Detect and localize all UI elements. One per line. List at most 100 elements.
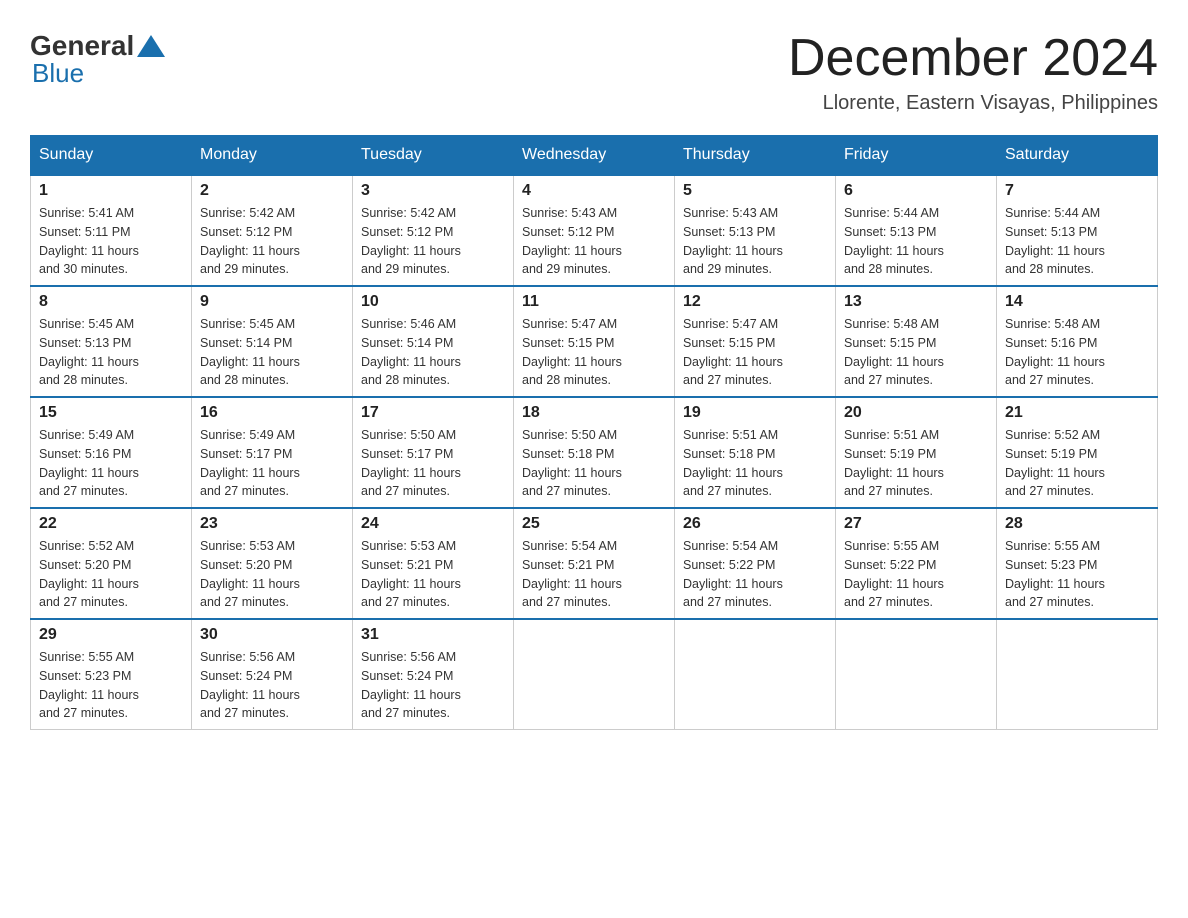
day-number: 11 bbox=[522, 293, 666, 311]
day-number: 27 bbox=[844, 515, 988, 533]
day-info: Sunrise: 5:53 AMSunset: 5:21 PMDaylight:… bbox=[361, 539, 461, 609]
day-info: Sunrise: 5:46 AMSunset: 5:14 PMDaylight:… bbox=[361, 317, 461, 387]
day-number: 21 bbox=[1005, 404, 1149, 422]
day-number: 19 bbox=[683, 404, 827, 422]
day-number: 1 bbox=[39, 182, 183, 200]
day-info: Sunrise: 5:55 AMSunset: 5:22 PMDaylight:… bbox=[844, 539, 944, 609]
day-number: 10 bbox=[361, 293, 505, 311]
day-number: 9 bbox=[200, 293, 344, 311]
day-number: 22 bbox=[39, 515, 183, 533]
table-row: 19 Sunrise: 5:51 AMSunset: 5:18 PMDaylig… bbox=[675, 397, 836, 508]
table-row: 27 Sunrise: 5:55 AMSunset: 5:22 PMDaylig… bbox=[836, 508, 997, 619]
col-monday: Monday bbox=[192, 136, 353, 176]
day-number: 6 bbox=[844, 182, 988, 200]
table-row: 7 Sunrise: 5:44 AMSunset: 5:13 PMDayligh… bbox=[997, 175, 1158, 286]
table-row: 28 Sunrise: 5:55 AMSunset: 5:23 PMDaylig… bbox=[997, 508, 1158, 619]
table-row: 25 Sunrise: 5:54 AMSunset: 5:21 PMDaylig… bbox=[514, 508, 675, 619]
day-info: Sunrise: 5:52 AMSunset: 5:19 PMDaylight:… bbox=[1005, 428, 1105, 498]
col-tuesday: Tuesday bbox=[353, 136, 514, 176]
logo-triangle-icon bbox=[137, 35, 165, 57]
table-row: 8 Sunrise: 5:45 AMSunset: 5:13 PMDayligh… bbox=[31, 286, 192, 397]
col-wednesday: Wednesday bbox=[514, 136, 675, 176]
day-info: Sunrise: 5:49 AMSunset: 5:16 PMDaylight:… bbox=[39, 428, 139, 498]
table-row: 14 Sunrise: 5:48 AMSunset: 5:16 PMDaylig… bbox=[997, 286, 1158, 397]
day-number: 2 bbox=[200, 182, 344, 200]
table-row: 11 Sunrise: 5:47 AMSunset: 5:15 PMDaylig… bbox=[514, 286, 675, 397]
day-info: Sunrise: 5:41 AMSunset: 5:11 PMDaylight:… bbox=[39, 206, 139, 276]
calendar-week-row: 22 Sunrise: 5:52 AMSunset: 5:20 PMDaylig… bbox=[31, 508, 1158, 619]
col-saturday: Saturday bbox=[997, 136, 1158, 176]
calendar-week-row: 8 Sunrise: 5:45 AMSunset: 5:13 PMDayligh… bbox=[31, 286, 1158, 397]
logo-blue: Blue bbox=[32, 58, 84, 88]
day-info: Sunrise: 5:45 AMSunset: 5:14 PMDaylight:… bbox=[200, 317, 300, 387]
table-row: 17 Sunrise: 5:50 AMSunset: 5:17 PMDaylig… bbox=[353, 397, 514, 508]
table-row: 16 Sunrise: 5:49 AMSunset: 5:17 PMDaylig… bbox=[192, 397, 353, 508]
calendar-header-row: Sunday Monday Tuesday Wednesday Thursday… bbox=[31, 136, 1158, 176]
day-info: Sunrise: 5:50 AMSunset: 5:18 PMDaylight:… bbox=[522, 428, 622, 498]
day-info: Sunrise: 5:42 AMSunset: 5:12 PMDaylight:… bbox=[361, 206, 461, 276]
day-info: Sunrise: 5:44 AMSunset: 5:13 PMDaylight:… bbox=[844, 206, 944, 276]
table-row: 1 Sunrise: 5:41 AMSunset: 5:11 PMDayligh… bbox=[31, 175, 192, 286]
table-row: 18 Sunrise: 5:50 AMSunset: 5:18 PMDaylig… bbox=[514, 397, 675, 508]
day-info: Sunrise: 5:47 AMSunset: 5:15 PMDaylight:… bbox=[683, 317, 783, 387]
table-row: 15 Sunrise: 5:49 AMSunset: 5:16 PMDaylig… bbox=[31, 397, 192, 508]
day-number: 28 bbox=[1005, 515, 1149, 533]
table-row: 21 Sunrise: 5:52 AMSunset: 5:19 PMDaylig… bbox=[997, 397, 1158, 508]
day-info: Sunrise: 5:51 AMSunset: 5:19 PMDaylight:… bbox=[844, 428, 944, 498]
day-number: 17 bbox=[361, 404, 505, 422]
table-row bbox=[836, 619, 997, 730]
day-info: Sunrise: 5:42 AMSunset: 5:12 PMDaylight:… bbox=[200, 206, 300, 276]
table-row: 26 Sunrise: 5:54 AMSunset: 5:22 PMDaylig… bbox=[675, 508, 836, 619]
calendar-week-row: 29 Sunrise: 5:55 AMSunset: 5:23 PMDaylig… bbox=[31, 619, 1158, 730]
day-info: Sunrise: 5:54 AMSunset: 5:22 PMDaylight:… bbox=[683, 539, 783, 609]
day-number: 24 bbox=[361, 515, 505, 533]
table-row: 9 Sunrise: 5:45 AMSunset: 5:14 PMDayligh… bbox=[192, 286, 353, 397]
col-friday: Friday bbox=[836, 136, 997, 176]
logo: General Blue bbox=[30, 30, 168, 89]
table-row: 23 Sunrise: 5:53 AMSunset: 5:20 PMDaylig… bbox=[192, 508, 353, 619]
day-number: 30 bbox=[200, 626, 344, 644]
day-info: Sunrise: 5:43 AMSunset: 5:13 PMDaylight:… bbox=[683, 206, 783, 276]
day-number: 16 bbox=[200, 404, 344, 422]
table-row: 30 Sunrise: 5:56 AMSunset: 5:24 PMDaylig… bbox=[192, 619, 353, 730]
table-row: 4 Sunrise: 5:43 AMSunset: 5:12 PMDayligh… bbox=[514, 175, 675, 286]
day-number: 23 bbox=[200, 515, 344, 533]
day-info: Sunrise: 5:54 AMSunset: 5:21 PMDaylight:… bbox=[522, 539, 622, 609]
table-row bbox=[997, 619, 1158, 730]
day-number: 13 bbox=[844, 293, 988, 311]
day-number: 15 bbox=[39, 404, 183, 422]
table-row: 5 Sunrise: 5:43 AMSunset: 5:13 PMDayligh… bbox=[675, 175, 836, 286]
day-info: Sunrise: 5:53 AMSunset: 5:20 PMDaylight:… bbox=[200, 539, 300, 609]
day-info: Sunrise: 5:51 AMSunset: 5:18 PMDaylight:… bbox=[683, 428, 783, 498]
location: Llorente, Eastern Visayas, Philippines bbox=[788, 92, 1158, 115]
day-info: Sunrise: 5:56 AMSunset: 5:24 PMDaylight:… bbox=[200, 650, 300, 720]
day-number: 3 bbox=[361, 182, 505, 200]
col-thursday: Thursday bbox=[675, 136, 836, 176]
page-header: General Blue December 2024 Llorente, Eas… bbox=[30, 30, 1158, 115]
day-number: 8 bbox=[39, 293, 183, 311]
day-number: 26 bbox=[683, 515, 827, 533]
day-info: Sunrise: 5:56 AMSunset: 5:24 PMDaylight:… bbox=[361, 650, 461, 720]
table-row: 13 Sunrise: 5:48 AMSunset: 5:15 PMDaylig… bbox=[836, 286, 997, 397]
day-info: Sunrise: 5:48 AMSunset: 5:15 PMDaylight:… bbox=[844, 317, 944, 387]
table-row: 31 Sunrise: 5:56 AMSunset: 5:24 PMDaylig… bbox=[353, 619, 514, 730]
day-number: 20 bbox=[844, 404, 988, 422]
table-row: 20 Sunrise: 5:51 AMSunset: 5:19 PMDaylig… bbox=[836, 397, 997, 508]
table-row: 29 Sunrise: 5:55 AMSunset: 5:23 PMDaylig… bbox=[31, 619, 192, 730]
day-info: Sunrise: 5:47 AMSunset: 5:15 PMDaylight:… bbox=[522, 317, 622, 387]
day-info: Sunrise: 5:50 AMSunset: 5:17 PMDaylight:… bbox=[361, 428, 461, 498]
day-info: Sunrise: 5:55 AMSunset: 5:23 PMDaylight:… bbox=[39, 650, 139, 720]
day-info: Sunrise: 5:55 AMSunset: 5:23 PMDaylight:… bbox=[1005, 539, 1105, 609]
day-number: 4 bbox=[522, 182, 666, 200]
month-title: December 2024 bbox=[788, 30, 1158, 87]
day-info: Sunrise: 5:43 AMSunset: 5:12 PMDaylight:… bbox=[522, 206, 622, 276]
day-number: 7 bbox=[1005, 182, 1149, 200]
day-number: 5 bbox=[683, 182, 827, 200]
day-number: 12 bbox=[683, 293, 827, 311]
table-row bbox=[514, 619, 675, 730]
table-row: 24 Sunrise: 5:53 AMSunset: 5:21 PMDaylig… bbox=[353, 508, 514, 619]
calendar-week-row: 1 Sunrise: 5:41 AMSunset: 5:11 PMDayligh… bbox=[31, 175, 1158, 286]
day-info: Sunrise: 5:48 AMSunset: 5:16 PMDaylight:… bbox=[1005, 317, 1105, 387]
day-number: 18 bbox=[522, 404, 666, 422]
day-number: 29 bbox=[39, 626, 183, 644]
